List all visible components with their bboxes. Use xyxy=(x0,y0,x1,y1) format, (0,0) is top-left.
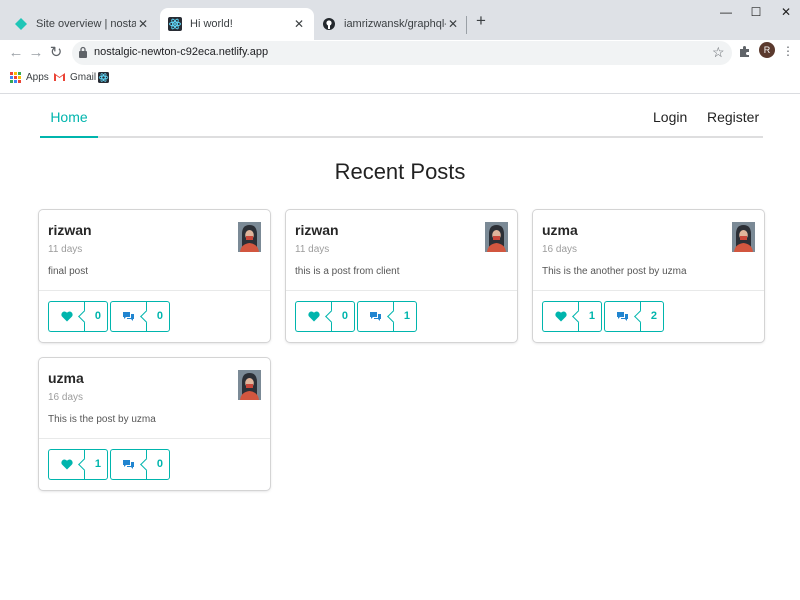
author-avatar xyxy=(238,222,261,252)
tab-strip: Site overview | nostalgic-newton-c92eca … xyxy=(0,0,800,40)
like-count: 1 xyxy=(578,301,602,332)
back-button[interactable]: ← xyxy=(6,43,26,63)
netlify-icon xyxy=(14,17,28,31)
tab-title: Hi world! xyxy=(190,18,233,30)
card-divider xyxy=(286,290,517,291)
post-body: final post xyxy=(48,266,89,277)
comment-count: 0 xyxy=(146,449,170,480)
like-button-group[interactable]: 0 xyxy=(295,301,355,332)
close-tab-icon[interactable]: ✕ xyxy=(136,17,150,31)
new-tab-button[interactable]: + xyxy=(472,12,490,30)
post-author[interactable]: uzma xyxy=(48,370,84,386)
github-icon xyxy=(322,17,336,31)
author-avatar xyxy=(485,222,508,252)
card-divider xyxy=(533,290,764,291)
post-body: This is the post by uzma xyxy=(48,414,156,425)
gmail-icon xyxy=(54,72,65,83)
comments-icon xyxy=(123,312,134,321)
extensions-puzzle-icon[interactable] xyxy=(738,45,752,59)
browser-toolbar: ← → ↻ nostalgic-newton-c92eca.netlify.ap… xyxy=(0,40,800,66)
comment-count: 1 xyxy=(393,301,417,332)
close-window-button[interactable]: ✕ xyxy=(772,4,800,20)
post-card[interactable]: rizwan 11 days final post 0 0 xyxy=(39,210,270,342)
heart-icon xyxy=(60,311,73,322)
post-body: This is the another post by uzma xyxy=(542,266,687,277)
tab-hi-world[interactable]: Hi world! ✕ xyxy=(160,8,314,40)
top-menu: Home Login Register xyxy=(40,95,763,138)
post-age[interactable]: 16 days xyxy=(542,244,577,255)
react-icon xyxy=(168,17,182,31)
address-bar[interactable]: nostalgic-newton-c92eca.netlify.app ☆ xyxy=(72,41,732,65)
bookmark-react[interactable] xyxy=(98,72,114,83)
close-tab-icon[interactable]: ✕ xyxy=(292,17,306,31)
bookmark-label: Apps xyxy=(26,72,49,83)
reload-button[interactable]: ↻ xyxy=(46,43,66,63)
comment-button-group[interactable]: 0 xyxy=(110,301,170,332)
menu-item-login[interactable]: Login xyxy=(653,95,687,138)
menu-item-home[interactable]: Home xyxy=(40,95,98,138)
react-icon xyxy=(98,72,109,83)
like-count: 0 xyxy=(84,301,108,332)
tab-separator xyxy=(466,16,467,34)
card-divider xyxy=(39,438,270,439)
like-button-group[interactable]: 1 xyxy=(48,449,108,480)
comment-button-group[interactable]: 2 xyxy=(604,301,664,332)
post-author[interactable]: rizwan xyxy=(295,222,339,238)
card-divider xyxy=(39,290,270,291)
post-card[interactable]: uzma 16 days This is the post by uzma 1 … xyxy=(39,358,270,490)
author-avatar xyxy=(238,370,261,400)
comment-button-group[interactable]: 1 xyxy=(357,301,417,332)
like-count: 1 xyxy=(84,449,108,480)
like-button-group[interactable]: 1 xyxy=(542,301,602,332)
like-button-group[interactable]: 0 xyxy=(48,301,108,332)
post-age[interactable]: 11 days xyxy=(295,244,329,255)
url-text: nostalgic-newton-c92eca.netlify.app xyxy=(94,46,269,58)
bookmarks-bar: Apps Gmail xyxy=(0,66,800,94)
comments-icon xyxy=(617,312,628,321)
post-card[interactable]: uzma 16 days This is the another post by… xyxy=(533,210,764,342)
page-title: Recent Posts xyxy=(334,159,466,184)
tab-title: Site overview | nostalgic-newton-c92eca xyxy=(36,18,136,30)
tab-site-overview[interactable]: Site overview | nostalgic-newton-c92eca … xyxy=(6,8,158,40)
heart-icon xyxy=(60,459,73,470)
comments-icon xyxy=(123,460,134,469)
tab-github[interactable]: iamrizwansk/graphql-client ✕ xyxy=(314,8,468,40)
profile-avatar[interactable]: R xyxy=(759,42,775,58)
comment-button-group[interactable]: 0 xyxy=(110,449,170,480)
menu-item-register[interactable]: Register xyxy=(707,95,759,138)
comment-count: 0 xyxy=(146,301,170,332)
page-content: Home Login Register Recent Posts rizwan … xyxy=(0,95,800,600)
like-count: 0 xyxy=(331,301,355,332)
forward-button[interactable]: → xyxy=(26,43,46,63)
close-tab-icon[interactable]: ✕ xyxy=(446,17,460,31)
post-age[interactable]: 11 days xyxy=(48,244,82,255)
heart-icon xyxy=(554,311,567,322)
comments-icon xyxy=(370,312,381,321)
author-avatar xyxy=(732,222,755,252)
maximize-button[interactable]: ☐ xyxy=(742,4,770,20)
post-card[interactable]: rizwan 11 days this is a post from clien… xyxy=(286,210,517,342)
bookmark-star-icon[interactable]: ☆ xyxy=(712,45,726,59)
bookmark-label: Gmail xyxy=(70,72,97,83)
heart-icon xyxy=(307,311,320,322)
tab-title: iamrizwansk/graphql-client xyxy=(344,18,446,30)
bookmark-apps[interactable]: Apps xyxy=(10,72,49,83)
minimize-button[interactable]: — xyxy=(712,4,740,20)
post-body: this is a post from client xyxy=(295,266,400,277)
lock-icon xyxy=(78,46,90,60)
post-author[interactable]: uzma xyxy=(542,222,578,238)
more-menu-icon[interactable]: ⋮ xyxy=(782,44,794,58)
post-author[interactable]: rizwan xyxy=(48,222,92,238)
comment-count: 2 xyxy=(640,301,664,332)
post-age[interactable]: 16 days xyxy=(48,392,83,403)
apps-grid-icon xyxy=(10,72,21,83)
bookmark-gmail[interactable]: Gmail xyxy=(54,72,96,83)
